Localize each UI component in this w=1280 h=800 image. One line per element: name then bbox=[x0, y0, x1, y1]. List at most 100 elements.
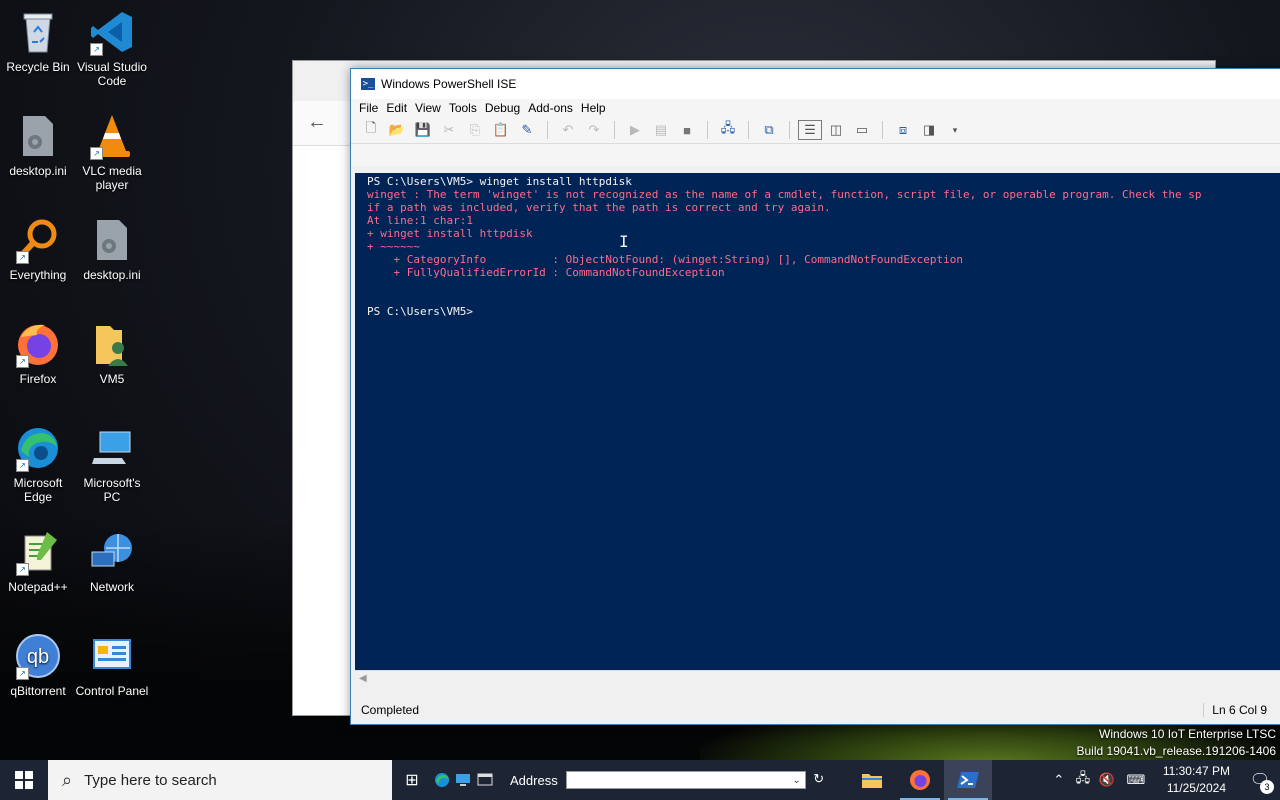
show-command-addon-icon[interactable]: ◨ bbox=[917, 119, 941, 141]
paste-icon[interactable]: 📋 bbox=[489, 119, 513, 141]
desktop-icon-desktop-ini-2[interactable]: desktop.ini bbox=[74, 216, 150, 282]
desktop-icon-everything[interactable]: ↗ Everything bbox=[0, 216, 76, 282]
horizontal-scrollbar[interactable]: ◀ bbox=[355, 670, 1280, 688]
console-line: At line:1 char:1 bbox=[367, 214, 473, 227]
menu-tools[interactable]: Tools bbox=[449, 101, 477, 115]
show-script-top-icon[interactable]: ☰ bbox=[798, 120, 822, 140]
menu-help[interactable]: Help bbox=[581, 101, 606, 115]
desktop-icon-vscode[interactable]: ↗ Visual Studio Code bbox=[74, 8, 150, 88]
new-script-icon[interactable]: 🗋 bbox=[359, 119, 383, 141]
clear-console-icon[interactable]: ✎ bbox=[515, 119, 539, 141]
address-dropdown-icon[interactable]: ⌄ bbox=[792, 775, 800, 786]
address-input[interactable]: ⌄ bbox=[565, 771, 806, 789]
vlc-icon: ↗ bbox=[88, 112, 136, 160]
taskbar: ⌕ Type here to search ⊞ Address ⌄ ↻ ⌃ 🖧 … bbox=[0, 760, 1280, 800]
powershell-ise-window: >_ Windows PowerShell ISE File Edit View… bbox=[350, 68, 1280, 725]
toolbar-separator bbox=[547, 121, 548, 139]
taskbar-search-box[interactable]: ⌕ Type here to search bbox=[48, 760, 392, 800]
task-view-icon[interactable]: ⊞ bbox=[392, 760, 432, 800]
windows-logo-icon bbox=[15, 771, 33, 789]
desktop-icon-label: qBittorrent bbox=[10, 684, 66, 698]
volume-muted-icon[interactable]: 🔇 bbox=[1095, 772, 1119, 788]
menu-debug[interactable]: Debug bbox=[485, 101, 520, 115]
show-script-right-icon[interactable]: ◫ bbox=[824, 119, 848, 141]
run-selection-icon[interactable]: ▤ bbox=[649, 119, 673, 141]
quicklaunch-edge-icon[interactable] bbox=[432, 760, 452, 800]
firefox-icon: ↗ bbox=[14, 320, 62, 368]
desktop-icon-vlc[interactable]: ↗ VLC media player bbox=[74, 112, 150, 192]
ise-statusbar: Completed Ln 6 Col 9 bbox=[351, 696, 1280, 724]
action-center-button[interactable]: 🗨 3 bbox=[1240, 760, 1280, 800]
desktop-icon-qbittorrent[interactable]: qb ↗ qBittorrent bbox=[0, 632, 76, 698]
show-script-maximized-icon[interactable]: ▭ bbox=[850, 119, 874, 141]
taskbar-firefox[interactable] bbox=[896, 760, 944, 800]
search-icon: ⌕ bbox=[62, 769, 73, 790]
desktop-icon-label: VM5 bbox=[99, 372, 125, 386]
open-icon[interactable]: 📂 bbox=[385, 119, 409, 141]
desktop-icon-desktop-ini[interactable]: desktop.ini bbox=[0, 112, 76, 178]
system-tray: ⌃ 🖧 🔇 ⌨ 11:30:47 PM 11/25/2024 🗨 3 bbox=[1047, 760, 1280, 800]
desktop-icon-label: Recycle Bin bbox=[6, 60, 70, 74]
scroll-left-icon[interactable]: ◀ bbox=[359, 673, 367, 684]
taskbar-file-explorer[interactable] bbox=[848, 760, 896, 800]
undo-icon[interactable]: ↶ bbox=[556, 119, 580, 141]
address-refresh-icon[interactable]: ↻ bbox=[810, 771, 828, 789]
console-output: PS C:\Users\VM5> winget install httpdisk… bbox=[355, 173, 1280, 318]
menu-add-ons[interactable]: Add-ons bbox=[528, 101, 573, 115]
run-script-icon[interactable]: ▶ bbox=[623, 119, 647, 141]
start-button[interactable] bbox=[0, 760, 48, 800]
start-powershell-icon[interactable]: ⧉ bbox=[757, 119, 781, 141]
everything-search-icon: ↗ bbox=[14, 216, 62, 264]
network-status-icon[interactable]: 🖧 bbox=[1071, 769, 1095, 791]
cursor-position: Ln 6 Col 9 bbox=[1203, 703, 1280, 717]
show-hidden-icons-icon[interactable]: ⌃ bbox=[1047, 772, 1071, 788]
taskbar-clock[interactable]: 11:30:47 PM 11/25/2024 bbox=[1163, 763, 1230, 797]
menu-edit[interactable]: Edit bbox=[386, 101, 407, 115]
toolbar-separator bbox=[789, 121, 790, 139]
keyboard-icon[interactable]: ⌨ bbox=[1119, 772, 1153, 788]
user-folder-icon bbox=[88, 320, 136, 368]
network-icon bbox=[88, 528, 136, 576]
desktop-icon-firefox[interactable]: ↗ Firefox bbox=[0, 320, 76, 386]
show-command-window-icon[interactable]: ⧈ bbox=[891, 119, 915, 141]
ise-menubar: File Edit View Tools Debug Add-ons Help bbox=[351, 99, 1280, 117]
taskbar-powershell-ise[interactable] bbox=[943, 760, 992, 800]
powershell-ise-icon bbox=[956, 772, 979, 788]
desktop-icon-notepadpp[interactable]: ↗ Notepad++ bbox=[0, 528, 76, 594]
desktop-icon-label: Control Panel bbox=[75, 684, 149, 698]
quicklaunch-desktop-icon[interactable] bbox=[452, 760, 474, 800]
menu-file[interactable]: File bbox=[359, 101, 378, 115]
redo-icon[interactable]: ↷ bbox=[582, 119, 606, 141]
desktop-icon-recycle-bin[interactable]: Recycle Bin bbox=[0, 8, 76, 74]
stop-icon[interactable]: ■ bbox=[675, 119, 699, 141]
console-pane[interactable]: PS C:\Users\VM5> winget install httpdisk… bbox=[355, 173, 1280, 670]
quicklaunch-window-icon[interactable] bbox=[474, 760, 496, 800]
desktop-icon-edge[interactable]: ↗ Microsoft Edge bbox=[0, 424, 76, 504]
desktop-icon-network[interactable]: Network bbox=[74, 528, 150, 594]
ise-toolbar: 🗋 📂 💾 ✂ ⎘ 📋 ✎ ↶ ↷ ▶ ▤ ■ 🖧 ⧉ ☰ ◫ ▭ ⧈ ◨ ▾ bbox=[351, 117, 1280, 143]
desktop-icon-label: Everything bbox=[9, 268, 67, 282]
copy-icon[interactable]: ⎘ bbox=[463, 119, 487, 141]
clock-time: 11:30:47 PM bbox=[1162, 764, 1230, 778]
desktop-icon-label: desktop.ini bbox=[9, 164, 67, 178]
new-remote-tab-icon[interactable]: 🖧 bbox=[716, 119, 740, 141]
save-icon[interactable]: 💾 bbox=[411, 119, 435, 141]
desktop-icon-vm5[interactable]: VM5 bbox=[74, 320, 150, 386]
desktop-icon-control-panel[interactable]: Control Panel bbox=[74, 632, 150, 698]
cut-icon[interactable]: ✂ bbox=[437, 119, 461, 141]
desktop-icon-this-pc[interactable]: Microsoft's PC bbox=[74, 424, 150, 504]
menu-view[interactable]: View bbox=[415, 101, 441, 115]
console-line: winget : The term 'winget' is not recogn… bbox=[367, 188, 1202, 201]
toolbar-overflow-icon[interactable]: ▾ bbox=[943, 119, 967, 141]
firefox-icon bbox=[909, 770, 930, 790]
watermark-edition: Windows 10 IoT Enterprise LTSC bbox=[1099, 727, 1276, 741]
toolbar-separator bbox=[707, 121, 708, 139]
address-toolbar-label: Address bbox=[510, 772, 558, 788]
computer-icon bbox=[88, 424, 136, 472]
back-arrow-icon[interactable]: ← bbox=[307, 111, 327, 134]
ise-titlebar[interactable]: >_ Windows PowerShell ISE bbox=[351, 69, 1280, 99]
settings-file-icon bbox=[14, 112, 62, 160]
search-placeholder: Type here to search bbox=[84, 771, 217, 789]
settings-file-icon bbox=[88, 216, 136, 264]
toolbar-separator bbox=[614, 121, 615, 139]
